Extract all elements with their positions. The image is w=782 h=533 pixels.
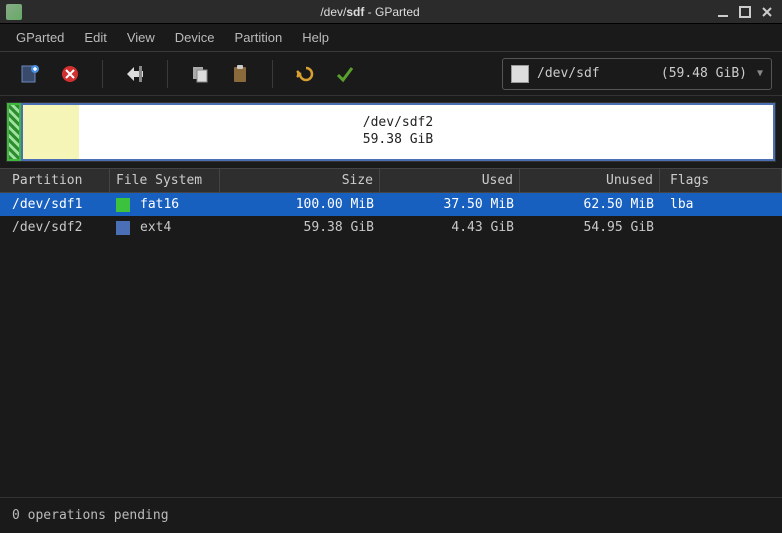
menubar: GParted Edit View Device Partition Help [0,24,782,52]
status-text: 0 operations pending [12,508,169,523]
cell-filesystem: ext4 [110,218,220,237]
maximize-button[interactable] [736,5,754,19]
paste-button[interactable] [224,58,256,90]
toolbar-separator [167,60,168,88]
menu-edit[interactable]: Edit [74,26,116,49]
fs-color-swatch [116,221,130,235]
table-row[interactable]: /dev/sdf2ext459.38 GiB4.43 GiB54.95 GiB [0,216,782,239]
close-button[interactable] [758,5,776,19]
device-size: (59.48 GiB) [661,66,747,81]
col-size[interactable]: Size [220,169,380,192]
apply-button[interactable] [329,58,361,90]
new-partition-button[interactable] [14,58,46,90]
cell-filesystem: fat16 [110,195,220,214]
col-unused[interactable]: Unused [520,169,660,192]
cell-size: 59.38 GiB [220,218,380,237]
col-flags[interactable]: Flags [660,169,782,192]
col-partition[interactable]: Partition [0,169,110,192]
disk-icon [511,65,529,83]
resize-move-button[interactable] [119,58,151,90]
menu-partition[interactable]: Partition [225,26,293,49]
col-used[interactable]: Used [380,169,520,192]
toolbar-separator [102,60,103,88]
menu-view[interactable]: View [117,26,165,49]
table-header: Partition File System Size Used Unused F… [0,168,782,193]
cell-partition: /dev/sdf1 [0,195,110,214]
cell-flags: lba [660,195,782,214]
cell-size: 100.00 MiB [220,195,380,214]
minimize-button[interactable] [714,5,732,19]
partition-map[interactable]: /dev/sdf2 59.38 GiB [6,102,776,162]
undo-button[interactable] [289,58,321,90]
table-body: /dev/sdf1fat16100.00 MiB37.50 MiB62.50 M… [0,193,782,455]
menu-gparted[interactable]: GParted [6,26,74,49]
menu-help[interactable]: Help [292,26,339,49]
device-selector[interactable]: /dev/sdf (59.48 GiB) ▼ [502,58,772,90]
table-row[interactable]: /dev/sdf1fat16100.00 MiB37.50 MiB62.50 M… [0,193,782,216]
chevron-down-icon: ▼ [757,68,763,79]
cell-flags [660,218,782,237]
col-filesystem[interactable]: File System [110,169,220,192]
cell-unused: 62.50 MiB [520,195,660,214]
titlebar: /dev/sdf - GParted [0,0,782,24]
toolbar: /dev/sdf (59.48 GiB) ▼ [0,52,782,96]
cell-partition: /dev/sdf2 [0,218,110,237]
cell-used: 4.43 GiB [380,218,520,237]
device-name: /dev/sdf [537,66,600,81]
partition-block-sdf2[interactable]: /dev/sdf2 59.38 GiB [21,103,775,161]
fs-color-swatch [116,198,130,212]
cell-used: 37.50 MiB [380,195,520,214]
partition-block-sdf1[interactable] [7,103,21,161]
cell-unused: 54.95 GiB [520,218,660,237]
delete-partition-button[interactable] [54,58,86,90]
partition-block-label: /dev/sdf2 59.38 GiB [23,115,773,149]
copy-button[interactable] [184,58,216,90]
app-icon [6,4,22,20]
partition-table: Partition File System Size Used Unused F… [0,168,782,497]
toolbar-separator [272,60,273,88]
statusbar: 0 operations pending [0,497,782,533]
menu-device[interactable]: Device [165,26,225,49]
window-title: /dev/sdf - GParted [30,5,710,19]
